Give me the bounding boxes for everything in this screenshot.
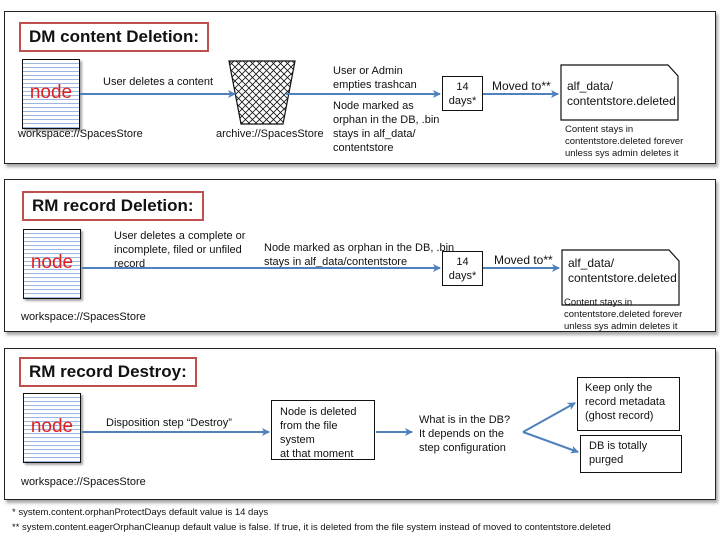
trashcan-icon [228,60,296,125]
dm-node-store-label: workspace://SpacesStore [18,128,143,140]
rm-destroy-node-store-label: workspace://SpacesStore [21,476,146,488]
rm-destroy-node-label: node [30,416,74,437]
rm-destroy-deleted-line3: at that moment [280,448,354,460]
rm-destroy-title: RM record Destroy: [19,357,197,387]
rm-delete-node-label: node [30,252,74,273]
dm-destination-text: alf_data/ contentstore.deleted [567,79,676,109]
rm-destroy-question: What is in the DB? It depends on the ste… [419,413,510,455]
rm-destroy-step1-label: Disposition step “Destroy” [106,417,232,429]
dm-dest-note-line1: Content stays in [565,124,634,135]
rm-delete-wait-unit: days* [448,270,477,282]
rm-destroy-deleted-line2: from the file system [280,420,338,446]
rm-delete-destination-note: Content stays in contentstore.deleted fo… [564,297,682,333]
rm-destroy-node-document: node [23,393,81,463]
dm-dest-note-line2: contentstore.deleted forever [565,136,684,147]
dm-wait-box: 14 days* [442,76,483,111]
rm-delete-node-document: node [23,229,81,299]
dm-dest-note-line3: unless sys admin deletes it [565,148,679,159]
rm-destroy-question-line2: It depends on the [419,428,505,440]
rm-delete-note-line2: stays in alf_data/contentstore [264,256,408,268]
dm-node-label: node [29,82,73,103]
dm-wait-unit: days* [448,95,477,107]
footnote-eager-orphan-cleanup: ** system.content.eagerOrphanCleanup def… [12,522,611,533]
dm-note-line4: contentstore [333,142,394,154]
rm-destroy-question-line3: step configuration [419,442,506,454]
rm-delete-wait-box: 14 days* [442,251,483,286]
dm-note-line1: Node marked as [333,100,414,112]
dm-archive-store-label: archive://SpacesStore [216,128,324,140]
dm-step2-label: User or Admin empties trashcan [333,64,417,92]
dm-destination-note: Content stays in contentstore.deleted fo… [565,124,683,160]
rm-destroy-deleted-box: Node is deleted from the file system at … [271,400,375,460]
rm-destroy-question-line1: What is in the DB? [419,414,511,426]
dm-dest-line2: contentstore.deleted [567,94,676,108]
rm-delete-dest-note-line3: unless sys admin deletes it [564,321,678,332]
dm-step2-line1: User or Admin [333,65,403,77]
rm-delete-step1-line3: record [114,258,146,270]
rm-delete-wait-days: 14 [456,256,469,268]
rm-destroy-option1-line1: Keep only the [585,382,653,394]
rm-destroy-option2-line2: purged [589,454,624,466]
rm-destroy-option-purged: DB is totally purged [580,435,682,473]
dm-dest-line1: alf_data/ [567,79,614,93]
rm-delete-node-store-label: workspace://SpacesStore [21,311,146,323]
rm-destroy-option1-line2: record metadata [585,396,666,408]
dm-node-document: node [22,59,80,129]
dm-orphan-note: Node marked as orphan in the DB, .bin st… [333,99,439,155]
rm-destroy-option1-line3: (ghost record) [585,410,654,422]
rm-destroy-option2-line1: DB is totally [589,440,648,452]
rm-delete-note-line1: Node marked as orphan in the DB, .bin [264,242,455,254]
dm-note-line2: orphan in the DB, .bin [333,114,440,126]
rm-delete-dest-line1: alf_data/ [568,256,615,270]
rm-delete-step1-line1: User deletes a complete or [114,230,246,242]
dm-deletion-title: DM content Deletion: [19,22,209,52]
rm-delete-dest-line2: contentstore.deleted [568,271,677,285]
dm-note-line3: stays in alf_data/ [333,128,416,140]
rm-delete-destination-text: alf_data/ contentstore.deleted [568,256,677,286]
rm-delete-step1-line2: incomplete, filed or unfiled [114,244,242,256]
rm-delete-step1-label: User deletes a complete or incomplete, f… [114,229,245,271]
dm-wait-days: 14 [456,81,469,93]
footnote-orphan-protect-days: * system.content.orphanProtectDays defau… [12,507,269,518]
dm-moved-label: Moved to** [492,79,551,93]
dm-step2-line2: empties trashcan [333,79,417,91]
rm-destroy-option-ghost-record: Keep only the record metadata (ghost rec… [577,377,680,431]
rm-delete-orphan-note: Node marked as orphan in the DB, .bin st… [264,241,454,269]
rm-delete-moved-label: Moved to** [494,253,553,267]
rm-delete-dest-note-line2: contentstore.deleted forever [564,309,683,320]
rm-delete-dest-note-line1: Content stays in [564,297,633,308]
rm-deletion-title: RM record Deletion: [22,191,204,221]
dm-step1-label: User deletes a content [103,76,214,88]
rm-destroy-deleted-line1: Node is deleted [280,406,357,418]
